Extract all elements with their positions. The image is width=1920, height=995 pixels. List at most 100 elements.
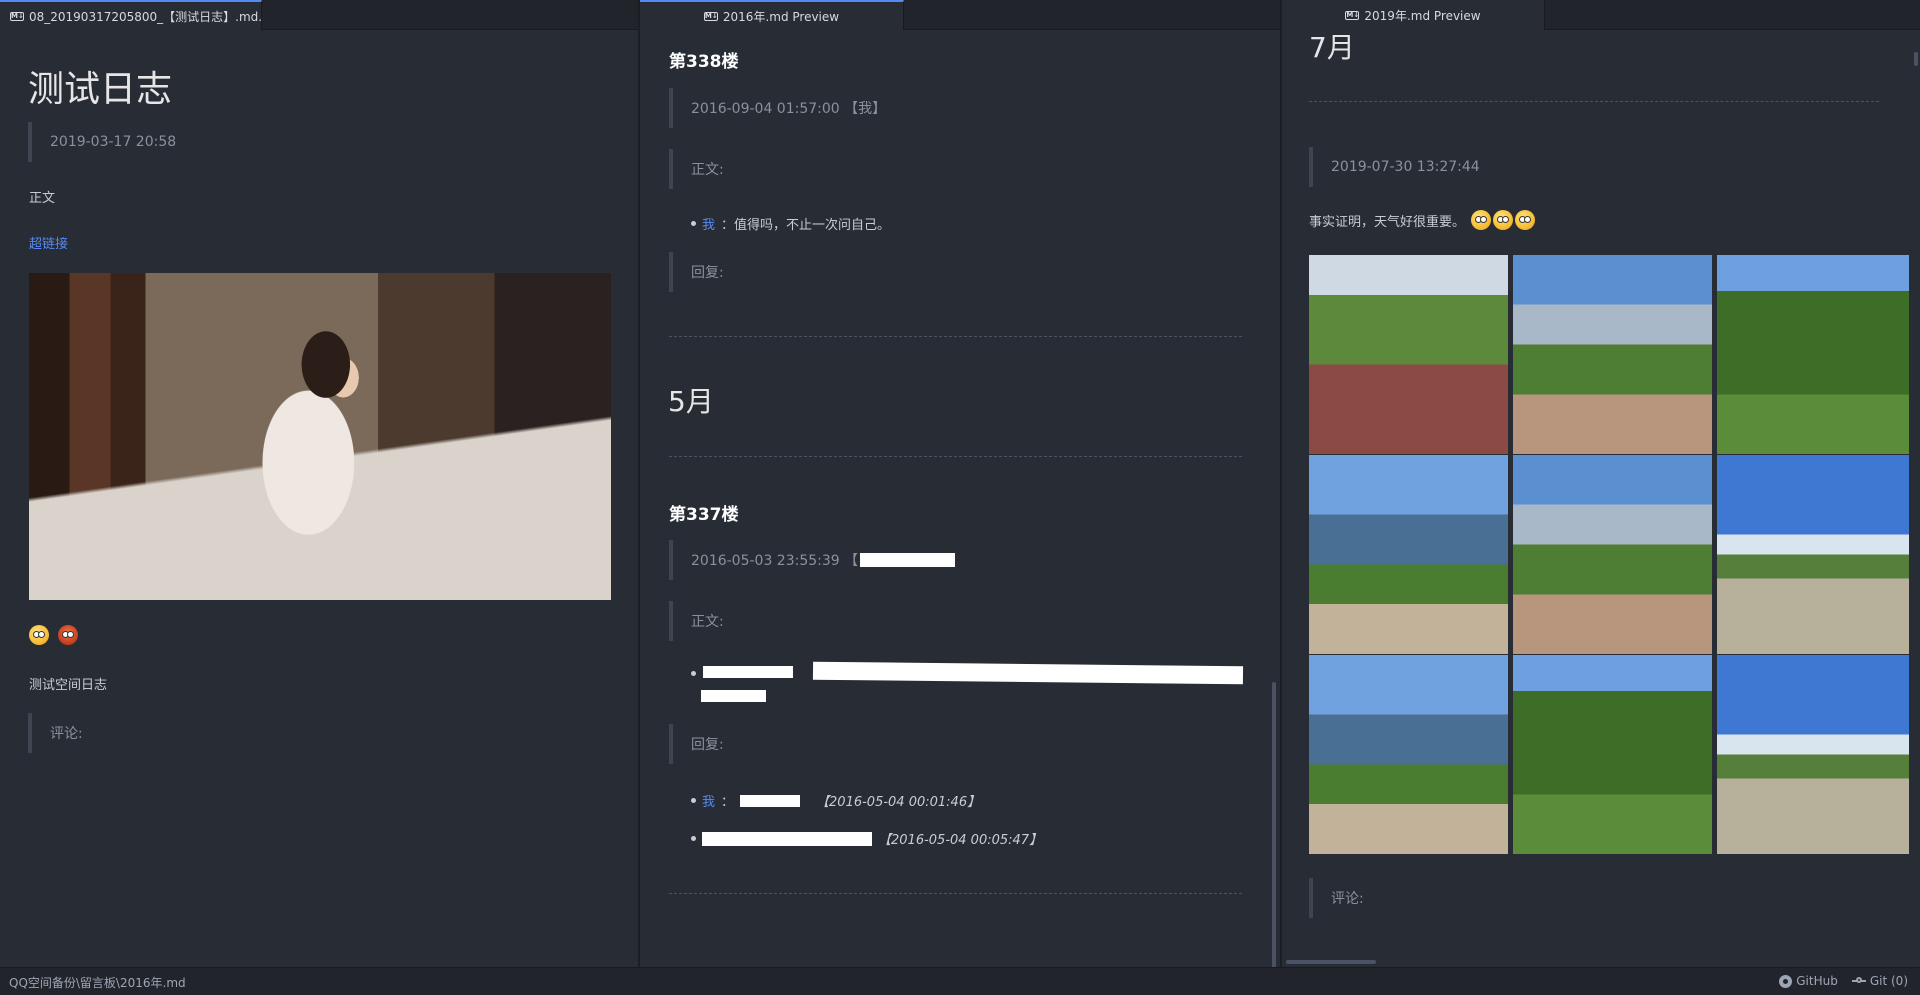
tab-label: 2016年.md Preview [722, 9, 840, 24]
tab-label: 2019年.md Preview [1364, 8, 1481, 23]
reply-338: 我 ：值得吗，不止一次问自己。 [691, 214, 890, 233]
comment-label: 评论: [50, 726, 83, 742]
left-pane: M↓ 08_20190317205800_【测试日志】.md... 测试日志 2… [0, 0, 638, 967]
photo-grid-item[interactable] [1309, 455, 1508, 654]
git-button[interactable]: Git (0) [1851, 974, 1908, 988]
git-icon [1851, 977, 1866, 983]
photo-calligraphy [29, 273, 611, 600]
right-pane: M↓ 2019年.md Preview 7月 2019-07-30 13:27:… [1282, 0, 1920, 967]
emoji-face-icon [1515, 210, 1536, 230]
divider-line [669, 336, 1242, 337]
right-preview: 7月 2019-07-30 13:27:44 事实证明，天气好很重要。 评论: [1282, 30, 1920, 967]
reply-label: 回复: [691, 737, 724, 753]
left-preview: 测试日志 2019-03-17 20:58 正文 超链接 测试空间日志 评论: [0, 30, 638, 967]
comment-label: 评论: [1331, 891, 1364, 907]
meta-337-quote: 2016-05-03 23:55:39 【 [669, 540, 1229, 580]
photo-grid-item[interactable] [1309, 255, 1508, 454]
colon: ： [721, 795, 735, 810]
bullet-dot [691, 221, 696, 226]
body-label-quote-1: 正文: [669, 149, 1229, 189]
emoji-icon [58, 625, 78, 645]
bullet-dot [691, 671, 696, 676]
middle-preview: 第338楼 2016-09-04 01:57:00 【我】 正文: 我 ：值得吗… [640, 30, 1280, 967]
reply-text: ：值得吗，不止一次问自己。 [721, 218, 891, 233]
redaction [701, 690, 766, 702]
meta-337: 2016-05-03 23:55:39 【 [691, 553, 859, 569]
photo-grid-item[interactable] [1717, 455, 1909, 654]
left-tabbar: M↓ 08_20190317205800_【测试日志】.md... [0, 0, 638, 30]
reply-337-2: 【2016-05-04 00:05:47】 [691, 829, 1042, 848]
vertical-scrollbar[interactable] [1914, 52, 1918, 66]
reply-label-quote-2: 回复: [669, 724, 1229, 764]
comment-quote: 评论: [28, 713, 588, 753]
reply-author[interactable]: 我 [702, 791, 715, 810]
body-label: 正文 [29, 191, 56, 206]
tab-test-log[interactable]: M↓ 08_20190317205800_【测试日志】.md... [0, 0, 262, 30]
date-quote: 2019-07-30 13:27:44 [1309, 147, 1869, 187]
md-preview-icon: M↓ [703, 11, 718, 21]
page-title: 测试日志 [28, 69, 173, 110]
divider-line [669, 893, 1242, 894]
photo-grid-item[interactable] [1513, 255, 1712, 454]
photo-grid-item[interactable] [1309, 655, 1508, 854]
tab-label: 08_20190317205800_【测试日志】.md... [29, 9, 262, 24]
body-label-quote-2: 正文: [669, 601, 1229, 641]
date-quote: 2019-03-17 20:58 [28, 122, 588, 162]
github-button[interactable]: GitHub [1779, 974, 1838, 988]
redaction [703, 666, 793, 678]
date-text: 2019-03-17 20:58 [50, 134, 177, 150]
tab-2016-preview[interactable]: M↓ 2016年.md Preview [640, 0, 904, 30]
github-label: GitHub [1796, 974, 1838, 988]
body-label: 正文: [691, 614, 724, 630]
log-text: 测试空间日志 [29, 678, 108, 693]
reply-time: 【2016-05-04 00:01:46】 [816, 795, 981, 810]
photo-grid-item[interactable] [1717, 655, 1909, 854]
emoji-face-icon [29, 625, 49, 645]
github-icon [1779, 974, 1793, 988]
md-preview-icon: M↓ [1345, 10, 1360, 20]
month-heading: 7月 [1309, 31, 1355, 64]
reply-label-quote-1: 回复: [669, 252, 1229, 292]
reply-time: 【2016-05-04 00:05:47】 [878, 833, 1043, 848]
photo-grid-item[interactable] [1717, 255, 1909, 454]
floor-337-heading: 第337楼 [669, 505, 739, 525]
divider-line [1309, 101, 1879, 102]
redacted-comment [691, 661, 1251, 710]
reply-337-1: 我 ： 【2016-05-04 00:01:46】 [691, 791, 980, 810]
redaction [860, 553, 956, 567]
status-bar: QQ空间备份\留言板\2016年.md GitHub Git (0) [0, 967, 1920, 995]
redaction [702, 831, 872, 846]
emoji-row [29, 625, 78, 645]
post-text-row: 事实证明，天气好很重要。 [1309, 210, 1536, 230]
emoji-face-icon [1471, 210, 1492, 230]
middle-pane: M↓ 2016年.md Preview 第338楼 2016-09-04 01:… [640, 0, 1280, 967]
git-label: Git (0) [1869, 974, 1908, 988]
redaction [812, 661, 1244, 685]
status-right: GitHub Git (0) [1779, 974, 1908, 988]
reply-label: 回复: [691, 265, 724, 281]
middle-tabbar: M↓ 2016年.md Preview [640, 0, 1280, 30]
divider-line [669, 456, 1242, 457]
comment-quote: 评论: [1309, 878, 1869, 918]
photo-grid-item[interactable] [1513, 655, 1712, 854]
vertical-scrollbar[interactable] [1272, 682, 1276, 967]
body-label: 正文: [691, 162, 724, 178]
redaction [740, 794, 801, 807]
reply-author[interactable]: 我 [702, 214, 715, 233]
post-text: 事实证明，天气好很重要。 [1309, 214, 1466, 230]
photo-grid-item[interactable] [1513, 455, 1712, 654]
bullet-dot [691, 836, 696, 841]
meta-338-quote: 2016-09-04 01:57:00 【我】 [669, 88, 1229, 128]
floor-338-heading: 第338楼 [669, 52, 739, 72]
tab-2019-preview[interactable]: M↓ 2019年.md Preview [1282, 0, 1545, 30]
month-heading: 5月 [668, 385, 714, 418]
date-text: 2019-07-30 13:27:44 [1331, 159, 1480, 175]
md-preview-icon: M↓ [10, 11, 24, 21]
meta-338: 2016-09-04 01:57:00 【我】 [691, 101, 887, 117]
horizontal-scrollbar[interactable] [1286, 960, 1376, 964]
file-path[interactable]: QQ空间备份\留言板\2016年.md [9, 974, 186, 991]
right-tabbar: M↓ 2019年.md Preview [1282, 0, 1920, 30]
hyperlink[interactable]: 超链接 [29, 233, 68, 252]
bullet-dot [691, 798, 696, 803]
editor-window: M↓ 08_20190317205800_【测试日志】.md... 测试日志 2… [0, 0, 1920, 995]
